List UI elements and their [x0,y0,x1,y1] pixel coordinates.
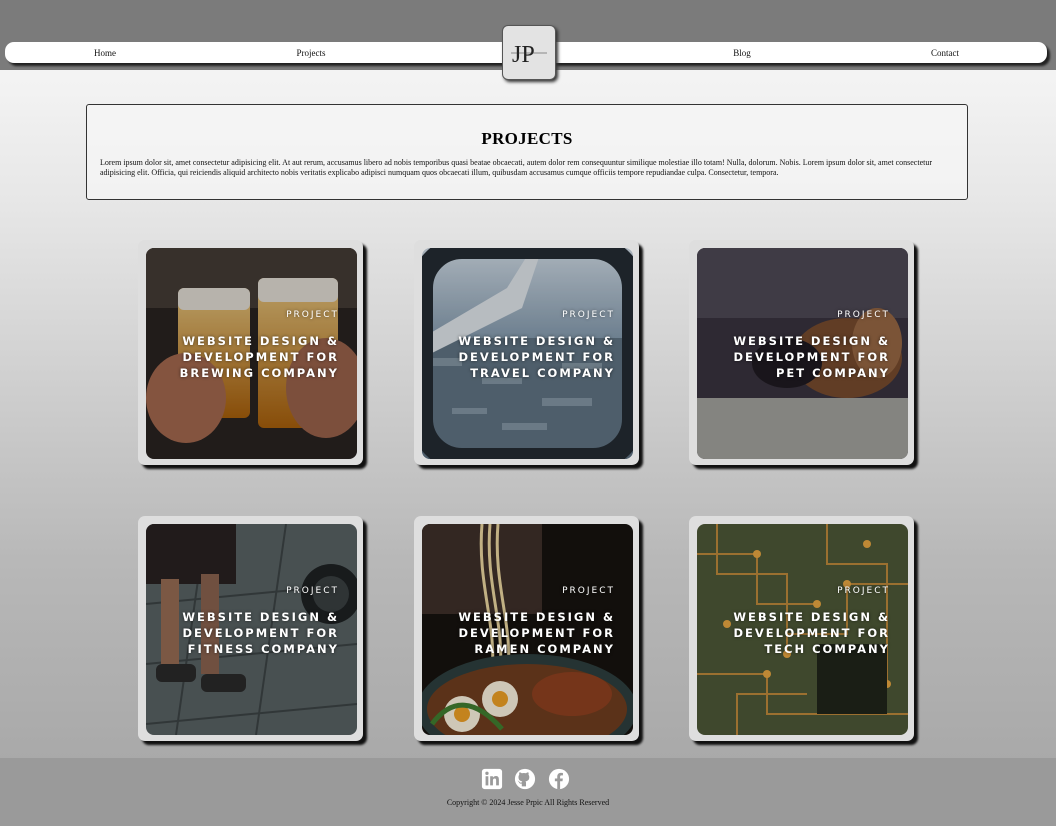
project-card-ramen[interactable]: PROJECT WEBSITE DESIGN & DEVELOPMENT FOR… [414,516,639,741]
github-icon[interactable] [514,768,536,790]
project-card-tech[interactable]: PROJECT WEBSITE DESIGN & DEVELOPMENT FOR… [689,516,914,741]
project-card-fitness[interactable]: PROJECT WEBSITE DESIGN & DEVELOPMENT FOR… [138,516,363,741]
logo-text: JP [512,42,535,68]
site-footer: Copyright © 2024 Jesse Prpic All Rights … [0,758,1056,826]
project-kicker: PROJECT [837,586,890,596]
project-image-brewing: PROJECT WEBSITE DESIGN & DEVELOPMENT FOR… [146,248,357,459]
project-caption: PROJECT WEBSITE DESIGN & DEVELOPMENT FOR… [159,310,339,381]
facebook-icon[interactable] [548,768,570,790]
projects-intro: PROJECTS Lorem ipsum dolor sit, amet con… [86,104,968,200]
project-kicker: PROJECT [286,586,339,596]
project-image-ramen: PROJECT WEBSITE DESIGN & DEVELOPMENT FOR… [422,524,633,735]
site-logo[interactable]: JP [502,25,556,80]
logo-monogram: JP [511,42,547,68]
project-kicker: PROJECT [286,310,339,320]
project-caption: PROJECT WEBSITE DESIGN & DEVELOPMENT FOR… [159,586,339,657]
project-title: WEBSITE DESIGN & DEVELOPMENT FOR RAMEN C… [458,610,615,656]
project-title: WEBSITE DESIGN & DEVELOPMENT FOR BREWING… [179,334,339,380]
project-title: WEBSITE DESIGN & DEVELOPMENT FOR FITNESS… [182,610,339,656]
project-kicker: PROJECT [562,586,615,596]
project-image-fitness: PROJECT WEBSITE DESIGN & DEVELOPMENT FOR… [146,524,357,735]
nav-contact-link[interactable]: Contact [931,42,959,63]
project-card-travel[interactable]: PROJECT WEBSITE DESIGN & DEVELOPMENT FOR… [414,240,639,465]
project-card-pet[interactable]: PROJECT WEBSITE DESIGN & DEVELOPMENT FOR… [689,240,914,465]
project-title: WEBSITE DESIGN & DEVELOPMENT FOR TECH CO… [733,610,890,656]
nav-blog-link[interactable]: Blog [733,42,751,63]
project-caption: PROJECT WEBSITE DESIGN & DEVELOPMENT FOR… [710,586,890,657]
project-kicker: PROJECT [837,310,890,320]
project-caption: PROJECT WEBSITE DESIGN & DEVELOPMENT FOR… [435,310,615,381]
project-image-travel: PROJECT WEBSITE DESIGN & DEVELOPMENT FOR… [422,248,633,459]
project-image-tech: PROJECT WEBSITE DESIGN & DEVELOPMENT FOR… [697,524,908,735]
linkedin-icon[interactable] [481,768,503,790]
project-image-pet: PROJECT WEBSITE DESIGN & DEVELOPMENT FOR… [697,248,908,459]
nav-projects-link[interactable]: Projects [297,42,326,63]
project-kicker: PROJECT [562,310,615,320]
copyright-text: Copyright © 2024 Jesse Prpic All Rights … [446,798,610,807]
nav-home-link[interactable]: Home [94,42,116,63]
project-title: WEBSITE DESIGN & DEVELOPMENT FOR PET COM… [733,334,890,380]
project-caption: PROJECT WEBSITE DESIGN & DEVELOPMENT FOR… [710,310,890,381]
intro-paragraph: Lorem ipsum dolor sit, amet consectetur … [100,158,933,177]
project-title: WEBSITE DESIGN & DEVELOPMENT FOR TRAVEL … [458,334,615,380]
project-caption: PROJECT WEBSITE DESIGN & DEVELOPMENT FOR… [435,586,615,657]
page-title: PROJECTS [481,129,573,148]
project-card-brewing[interactable]: PROJECT WEBSITE DESIGN & DEVELOPMENT FOR… [138,240,363,465]
